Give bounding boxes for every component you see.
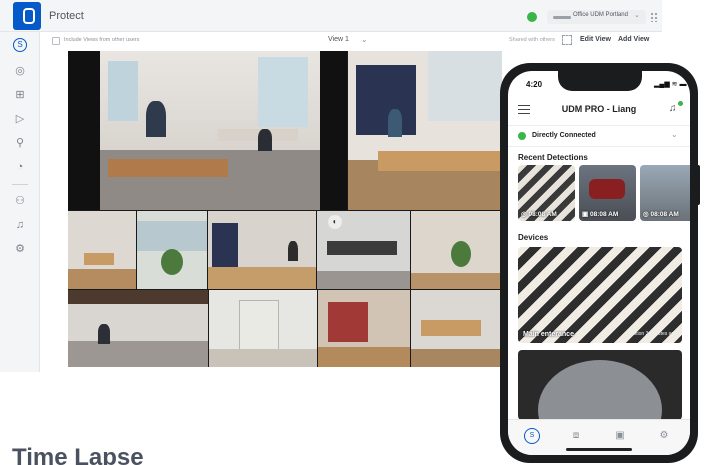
detection-label: ◎ 08:08 AM [521,210,557,218]
udm-device-icon [553,16,571,19]
sidebar: S ◎ ⊞ ▷ ⚲ ◔ ⚇ ♫ ⚙ [0,32,40,372]
camera-feed[interactable] [137,211,207,289]
notification-bell-icon[interactable]: ♫ [669,103,677,114]
notification-badge [678,101,683,106]
phone-notch [558,71,642,91]
timeline-tab-icon[interactable]: ▣ [612,428,628,444]
grid-icon[interactable]: ⊞ [13,88,27,102]
chevron-down-icon: ⌄ [634,12,640,19]
device-status: Motion 3 minutes ago [629,331,677,337]
home-indicator[interactable] [566,448,632,451]
users-icon[interactable]: ⚇ [13,194,27,208]
play-icon[interactable]: ▷ [13,112,27,126]
camera-feed[interactable] [68,51,347,210]
view-selector[interactable]: View 1 [328,36,349,43]
detection-icon[interactable]: ⚲ [13,136,27,150]
detection-label: ▣ 08:08 AM [582,210,618,218]
fullscreen-icon[interactable] [562,35,572,45]
camera-icon[interactable]: ◎ [13,64,27,78]
unifi-logo-icon[interactable] [13,2,41,30]
camera-feed[interactable] [68,211,136,289]
edit-view-button[interactable]: Edit View [580,36,611,43]
app-switcher-icon[interactable] [650,12,658,22]
speaker-icon[interactable]: ◐ [328,215,342,229]
vehicle-icon: ▣ [582,211,589,218]
signal-battery-icon: ▂▄▆ ≋ ▬ [654,81,687,88]
console-selector[interactable]: Office UDM Portland ⌄ [547,10,646,24]
protect-tab-icon[interactable]: S [524,428,540,444]
recent-detections-heading: Recent Detections [518,153,588,162]
device-name: Main enterance [523,331,574,338]
detection-thumbnail[interactable]: ▣ 08:08 AM [579,165,636,221]
connection-row[interactable]: Directly Connected ⌄ [508,125,690,147]
detection-time: 08:08 AM [528,211,557,218]
detection-time: 08:08 AM [650,211,679,218]
devices-tab-icon[interactable]: ⧈ [568,428,584,444]
protect-logo-icon[interactable]: S [13,38,27,52]
devices-heading: Devices [518,233,549,242]
bell-icon[interactable]: ♫ [13,218,27,232]
camera-grid [68,51,502,367]
connected-status-icon [518,132,526,140]
person-icon: ◎ [521,211,527,218]
online-status-icon [527,12,537,22]
connection-label: Directly Connected [532,132,596,139]
settings-icon[interactable]: ⚙ [13,242,27,256]
timelapse-icon[interactable]: ◔ [13,160,27,174]
top-bar: Protect Office UDM Portland ⌄ [0,0,662,32]
device-card[interactable]: Main enterance Motion 3 minutes ago [518,247,682,343]
status-time: 4:20 [526,80,543,89]
page-heading: Time Lapse [12,444,144,465]
camera-feed[interactable] [209,290,317,367]
detection-time: 08:08 AM [589,211,619,218]
camera-feed[interactable] [348,51,502,210]
detection-label: ◎ 08:08 AM [643,210,679,218]
device-card[interactable] [518,350,682,420]
sidebar-divider [12,184,28,185]
chevron-down-icon[interactable]: ⌄ [361,35,368,44]
camera-feed[interactable] [318,290,410,367]
include-views-checkbox[interactable] [52,37,60,45]
chevron-down-icon: ⌄ [671,130,678,139]
detection-thumbnail[interactable]: ◎ 08:08 AM [640,165,690,221]
settings-tab-icon[interactable]: ⚙ [656,428,672,444]
screenshot-root: Protect Office UDM Portland ⌄ S ◎ ⊞ ▷ ⚲ … [0,0,706,465]
person-icon: ◎ [643,211,649,218]
phone-device: 4:20 ▂▄▆ ≋ ▬ UDM PRO - Liang ♫ Directly … [500,63,698,463]
app-title: Protect [49,10,84,22]
add-view-button[interactable]: Add View [618,36,649,43]
phone-title: UDM PRO - Liang [561,104,637,114]
camera-feed[interactable] [411,290,502,367]
camera-feed[interactable] [208,211,316,289]
include-views-label: Include Views from other users [64,37,140,43]
console-name: Office UDM Portland [573,12,628,18]
shared-label: Shared with others [509,37,555,43]
camera-feed[interactable] [68,290,208,367]
view-toolbar: Include Views from other users View 1 ⌄ … [40,32,662,50]
camera-feed[interactable] [411,211,502,289]
detection-thumbnail[interactable]: ◎ 08:08 AM [518,165,575,221]
phone-side-button [697,165,700,205]
phone-screen: 4:20 ▂▄▆ ≋ ▬ UDM PRO - Liang ♫ Directly … [508,71,690,455]
